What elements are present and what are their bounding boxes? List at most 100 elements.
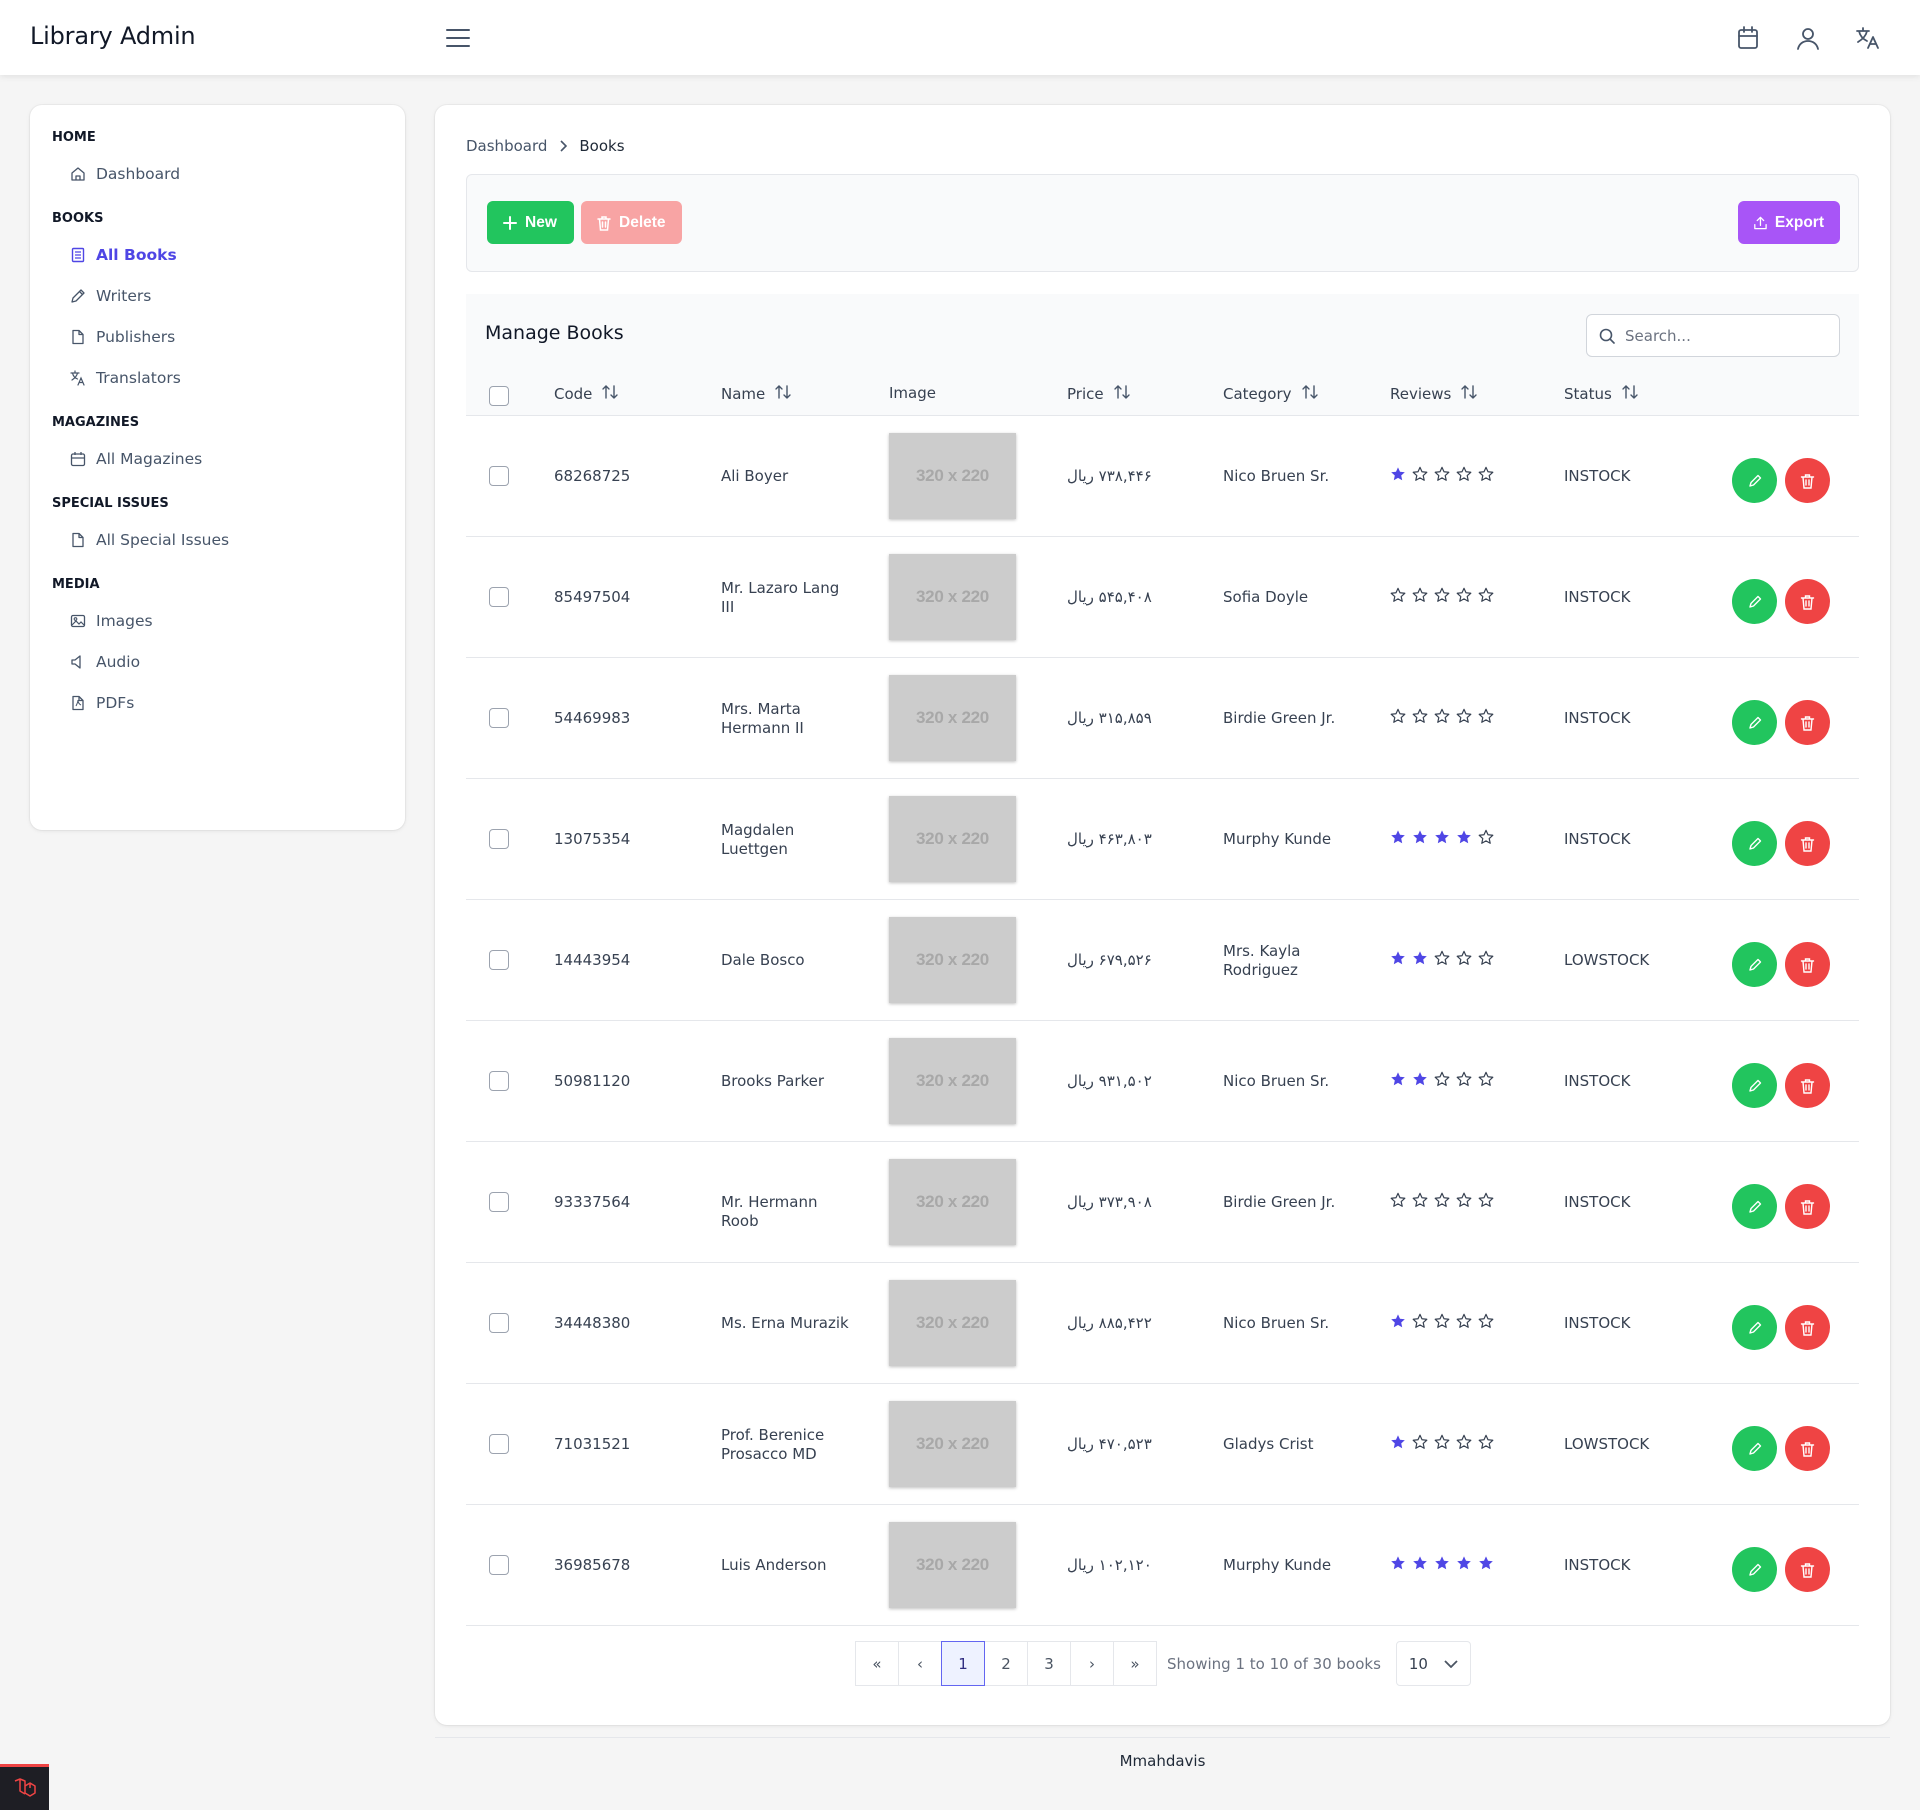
sidebar-item-all-books[interactable]: All Books [52, 234, 383, 275]
star-icon [1434, 587, 1450, 603]
edit-button[interactable] [1732, 1426, 1777, 1471]
delete-row-button[interactable] [1785, 700, 1830, 745]
sidebar-item-translators[interactable]: Translators [52, 357, 383, 398]
book-category: Nico Bruen Sr. [1223, 1314, 1330, 1332]
star-icon [1412, 1434, 1428, 1450]
column-status[interactable]: Status [1564, 384, 1638, 404]
page-button-2[interactable]: 2 [984, 1641, 1028, 1686]
delete-row-button[interactable] [1785, 579, 1830, 624]
first-page-button[interactable]: « [855, 1641, 899, 1686]
sidebar-item-label: All Special Issues [96, 530, 230, 549]
book-price: ۵۴۵,۴۰۸ ریال [1067, 588, 1152, 606]
book-code: 68268725 [554, 467, 631, 485]
delete-row-button[interactable] [1785, 821, 1830, 866]
column-name[interactable]: Name [721, 384, 791, 404]
star-icon [1478, 1071, 1494, 1087]
next-page-button[interactable]: › [1070, 1641, 1114, 1686]
breadcrumb-dashboard-link[interactable]: Dashboard [466, 137, 547, 155]
sidebar-item-pdfs[interactable]: PDFs [52, 682, 383, 723]
row-actions [1732, 579, 1830, 624]
export-button[interactable]: Export [1738, 201, 1840, 244]
sidebar-item-publishers[interactable]: Publishers [52, 316, 383, 357]
star-icon [1390, 587, 1406, 603]
star-icon [1412, 708, 1428, 724]
delete-row-button[interactable] [1785, 1426, 1830, 1471]
pagination: « ‹ 1 2 3 › » Showing 1 to 10 of 30 book… [855, 1641, 1471, 1686]
page-button-1[interactable]: 1 [941, 1641, 985, 1686]
delete-row-button[interactable] [1785, 458, 1830, 503]
sidebar-item-writers[interactable]: Writers [52, 275, 383, 316]
pencil-icon [1747, 594, 1763, 610]
select-all-checkbox[interactable] [489, 386, 509, 406]
column-code[interactable]: Code [554, 384, 619, 404]
book-rating [1390, 950, 1494, 966]
row-checkbox[interactable] [489, 950, 509, 970]
book-name: Mr. Lazaro Lang III [721, 579, 840, 616]
sidebar-item-dashboard[interactable]: Dashboard [52, 153, 383, 194]
search-input[interactable] [1625, 326, 1825, 345]
rows-per-page-select[interactable]: 10 [1395, 1641, 1471, 1686]
row-checkbox[interactable] [489, 1071, 509, 1091]
star-icon [1434, 950, 1450, 966]
column-reviews[interactable]: Reviews [1390, 384, 1478, 404]
sidebar-item-images[interactable]: Images [52, 600, 383, 641]
book-category: Sofia Doyle [1223, 588, 1309, 606]
row-checkbox[interactable] [489, 1313, 509, 1333]
column-category[interactable]: Category [1223, 384, 1318, 404]
delete-row-button[interactable] [1785, 942, 1830, 987]
book-price: ۴۶۳,۸۰۳ ریال [1067, 830, 1152, 848]
book-image: 320 x 220 [889, 796, 1016, 882]
star-icon [1390, 1313, 1406, 1329]
edit-button[interactable] [1732, 942, 1777, 987]
edit-button[interactable] [1732, 1184, 1777, 1229]
delete-row-button[interactable] [1785, 1063, 1830, 1108]
trash-icon [1800, 1562, 1815, 1578]
star-icon [1434, 1071, 1450, 1087]
edit-button[interactable] [1732, 700, 1777, 745]
prev-page-button[interactable]: ‹ [898, 1641, 942, 1686]
sidebar-item-all-special-issues[interactable]: All Special Issues [52, 519, 383, 560]
book-price: ۷۳۸,۴۴۶ ریال [1067, 467, 1152, 485]
book-category: Nico Bruen Sr. [1223, 467, 1330, 485]
new-button[interactable]: New [487, 201, 574, 244]
row-checkbox[interactable] [489, 1555, 509, 1575]
sidebar-item-all-magazines[interactable]: All Magazines [52, 438, 383, 479]
row-checkbox[interactable] [489, 708, 509, 728]
last-page-button[interactable]: » [1113, 1641, 1157, 1686]
pencil-icon [1747, 1199, 1763, 1215]
row-checkbox[interactable] [489, 1434, 509, 1454]
book-image: 320 x 220 [889, 1280, 1016, 1366]
delete-row-button[interactable] [1785, 1305, 1830, 1350]
column-reviews-label: Reviews [1390, 385, 1452, 403]
book-category: Nico Bruen Sr. [1223, 1072, 1330, 1090]
delete-button[interactable]: Delete [581, 201, 682, 244]
language-button[interactable] [1852, 22, 1884, 54]
star-icon [1434, 466, 1450, 482]
book-code: 54469983 [554, 709, 631, 727]
edit-button[interactable] [1732, 1305, 1777, 1350]
row-checkbox[interactable] [489, 829, 509, 849]
edit-button[interactable] [1732, 579, 1777, 624]
book-status: INSTOCK [1564, 1072, 1631, 1090]
edit-button[interactable] [1732, 1547, 1777, 1592]
sidebar-section-title: SPECIAL ISSUES [52, 496, 169, 511]
row-checkbox[interactable] [489, 587, 509, 607]
calendar-button[interactable] [1732, 22, 1764, 54]
row-checkbox[interactable] [489, 1192, 509, 1212]
edit-button[interactable] [1732, 821, 1777, 866]
trash-icon [1800, 715, 1815, 731]
table-row: 14443954 Dale Bosco 320 x 220 ۶۷۹,۵۲۶ ری… [466, 900, 1859, 1021]
page-button-3[interactable]: 3 [1027, 1641, 1071, 1686]
delete-row-button[interactable] [1785, 1547, 1830, 1592]
column-price[interactable]: Price [1067, 384, 1130, 404]
menu-toggle-button[interactable] [444, 24, 472, 52]
edit-button[interactable] [1732, 1063, 1777, 1108]
edit-button[interactable] [1732, 458, 1777, 503]
sidebar-item-label: Audio [96, 652, 141, 671]
row-checkbox[interactable] [489, 466, 509, 486]
delete-row-button[interactable] [1785, 1184, 1830, 1229]
sidebar-item-audio[interactable]: Audio [52, 641, 383, 682]
calendar-icon [70, 451, 86, 467]
export-button-label: Export [1774, 213, 1824, 231]
user-button[interactable] [1792, 22, 1824, 54]
